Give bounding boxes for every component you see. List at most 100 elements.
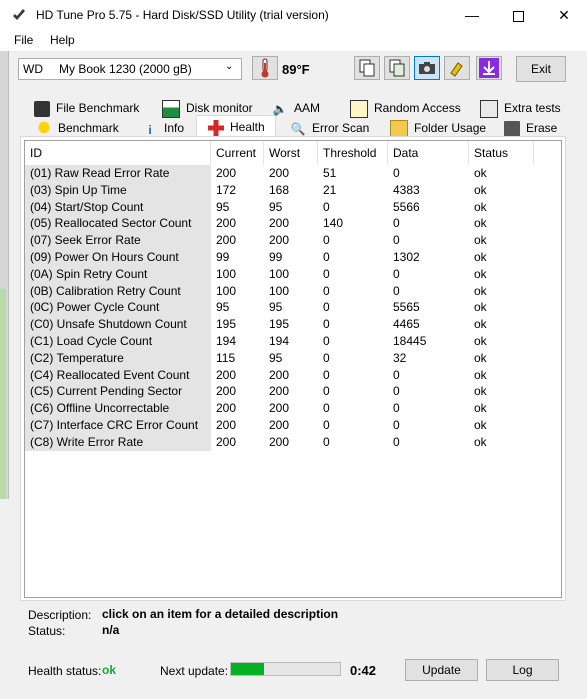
cell-id: (09) Power On Hours Count	[25, 249, 211, 266]
cell-threshold: 0	[323, 350, 330, 365]
tab-aam[interactable]: 🔈 AAM	[272, 99, 321, 117]
copy-text-icon	[389, 59, 405, 77]
cell-threshold: 0	[323, 300, 330, 315]
cell-id: (C6) Offline Uncorrectable	[25, 400, 211, 418]
exit-button[interactable]: Exit	[516, 56, 566, 82]
table-row[interactable]: (C1) Load Cycle Count 194 194 0 18445 ok	[25, 333, 561, 350]
cell-current: 95	[216, 199, 230, 214]
log-button[interactable]: Log	[486, 659, 559, 681]
cell-worst: 99	[269, 250, 283, 264]
temperature-button[interactable]	[252, 56, 278, 80]
column-header-threshold[interactable]: Threshold	[318, 141, 388, 165]
minimize-button[interactable]: —	[449, 0, 495, 31]
thermometer-icon	[261, 58, 269, 78]
cell-current: 194	[216, 334, 237, 348]
drive-select[interactable]: WD My Book 1230 (2000 gB) ⌄	[18, 58, 242, 80]
copy-icon	[359, 59, 375, 77]
table-row[interactable]: (0A) Spin Retry Count 100 100 0 0 ok	[25, 265, 561, 283]
cell-worst: 95	[269, 350, 283, 365]
cell-id: (C5) Current Pending Sector	[25, 383, 211, 401]
cell-data: 5565	[393, 300, 420, 315]
table-row[interactable]: (07) Seek Error Rate 200 200 0 0 ok	[25, 232, 561, 250]
cell-threshold: 0	[323, 317, 330, 332]
table-row[interactable]: (C4) Reallocated Event Count 200 200 0 0 ok	[25, 366, 561, 384]
column-header-worst[interactable]: Worst	[264, 141, 318, 165]
table-row[interactable]: (04) Start/Stop Count 95 95 0 5566 ok	[25, 198, 561, 216]
update-button[interactable]: Update	[405, 659, 478, 681]
table-row[interactable]: (C8) Write Error Rate 200 200 0 0 ok	[25, 433, 561, 451]
cell-status: ok	[474, 334, 487, 348]
cell-status: ok	[474, 199, 487, 214]
table-row[interactable]: (0B) Calibration Retry Count 100 100 0 0 ok	[25, 282, 561, 300]
tab-benchmark[interactable]: Benchmark	[36, 119, 119, 137]
cell-status: ok	[474, 434, 487, 449]
table-row[interactable]: (09) Power On Hours Count 99 99 0 1302 ok	[25, 249, 561, 266]
tab-erase[interactable]: Erase	[504, 119, 557, 137]
cell-worst: 200	[269, 233, 290, 248]
table-row[interactable]: (05) Reallocated Sector Count 200 200 140 0 o…	[25, 215, 561, 233]
table-row[interactable]: (C6) Offline Uncorrectable 200 200 0 0 ok	[25, 400, 561, 418]
cell-id: (04) Start/Stop Count	[25, 198, 211, 216]
cell-current: 200	[216, 434, 237, 449]
cell-id: (05) Reallocated Sector Count	[25, 215, 211, 233]
tab-folder-usage[interactable]: Folder Usage	[390, 119, 486, 138]
cell-data: 0	[393, 401, 400, 416]
close-button[interactable]: ✕	[541, 0, 587, 31]
cell-threshold: 0	[323, 199, 330, 214]
benchmark-icon	[36, 120, 52, 137]
smart-table[interactable]: ID Current Worst Threshold Data Status (…	[24, 140, 562, 598]
maximize-button[interactable]	[495, 0, 541, 31]
table-row[interactable]: (03) Spin Up Time 172 168 21 4383 ok	[25, 181, 561, 199]
tab-file-benchmark[interactable]: File Benchmark	[34, 99, 139, 117]
column-header-data[interactable]: Data	[388, 141, 469, 165]
cell-data: 0	[393, 216, 400, 231]
column-header-id[interactable]: ID	[25, 141, 211, 165]
tab-info[interactable]: i Info	[142, 119, 184, 137]
save-download-button[interactable]	[476, 56, 502, 80]
cell-current: 100	[216, 283, 237, 298]
disk-monitor-icon	[162, 99, 180, 118]
cell-data: 0	[393, 434, 400, 449]
column-header-status[interactable]: Status	[469, 141, 534, 165]
cell-worst: 194	[269, 334, 290, 348]
title-bar[interactable]: HD Tune Pro 5.75 - Hard Disk/SSD Utility…	[0, 0, 587, 31]
extra-tests-icon	[480, 99, 498, 118]
options-button[interactable]	[444, 56, 470, 80]
table-row[interactable]: (C5) Current Pending Sector 200 200 0 0 ok	[25, 383, 561, 401]
tab-extra-tests[interactable]: Extra tests	[480, 99, 561, 118]
tab-health[interactable]: Health	[208, 118, 265, 136]
cell-id: (C4) Reallocated Event Count	[25, 366, 211, 384]
copy-button[interactable]	[354, 56, 380, 80]
cell-status: ok	[474, 317, 487, 332]
menu-file[interactable]: File	[14, 33, 33, 47]
cell-worst: 195	[269, 317, 290, 332]
magnifier-icon: 🔍	[290, 121, 306, 136]
cell-data: 0	[393, 418, 400, 432]
tab-error-scan[interactable]: 🔍 Error Scan	[290, 119, 370, 137]
table-body: (01) Raw Read Error Rate 200 200 51 0 ok (03) …	[25, 165, 561, 595]
screenshot-button[interactable]	[414, 56, 440, 80]
table-row[interactable]: (C7) Interface CRC Error Count 200 200 0 0 ok	[25, 417, 561, 434]
cell-id: (C1) Load Cycle Count	[25, 333, 211, 350]
column-header-current[interactable]: Current	[211, 141, 264, 165]
next-update-label: Next update:	[160, 664, 229, 678]
cell-worst: 200	[269, 434, 290, 449]
table-row[interactable]: (01) Raw Read Error Rate 200 200 51 0 ok	[25, 165, 561, 182]
tab-random-access[interactable]: Random Access	[350, 99, 461, 118]
cell-worst: 100	[269, 266, 290, 281]
cell-worst: 100	[269, 283, 290, 298]
cell-status: ok	[474, 384, 487, 399]
cell-threshold: 0	[323, 283, 330, 298]
tab-disk-monitor[interactable]: Disk monitor	[162, 99, 253, 118]
cell-current: 100	[216, 266, 237, 281]
cell-threshold: 0	[323, 334, 330, 348]
cell-status: ok	[474, 418, 487, 432]
menu-help[interactable]: Help	[50, 33, 75, 47]
table-row[interactable]: (C0) Unsafe Shutdown Count 195 195 0 4465 ok	[25, 316, 561, 334]
info-icon: i	[148, 122, 152, 137]
table-row[interactable]: (0C) Power Cycle Count 95 95 0 5565 ok	[25, 299, 561, 317]
copy-text-button[interactable]	[384, 56, 410, 80]
cell-data: 0	[393, 384, 400, 399]
table-row[interactable]: (C2) Temperature 115 95 0 32 ok	[25, 349, 561, 367]
cell-threshold: 21	[323, 182, 337, 197]
